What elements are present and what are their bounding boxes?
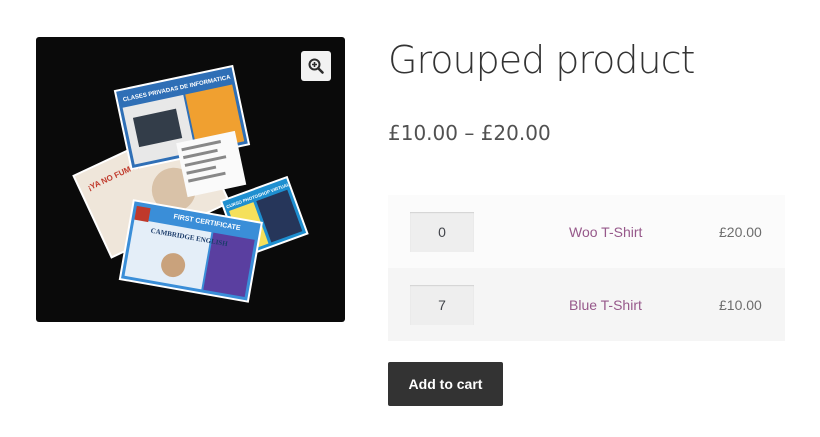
item-price: £10.00 (719, 296, 762, 313)
quantity-input[interactable] (410, 211, 474, 252)
quantity-input[interactable] (410, 284, 474, 325)
product-image[interactable]: ¡YA NO FUMO, GRACIAS! CLASES PRIVADAS DE… (36, 37, 345, 322)
product-link-blue-t-shirt[interactable]: Blue T-Shirt (569, 297, 642, 313)
product-link-woo-t-shirt[interactable]: Woo T-Shirt (569, 224, 642, 240)
product-title: Grouped product (388, 38, 695, 82)
zoom-button[interactable] (301, 51, 331, 81)
table-row: Woo T-Shirt £20.00 (388, 195, 785, 268)
table-row: Blue T-Shirt £10.00 (388, 268, 785, 341)
product-gallery: ¡YA NO FUMO, GRACIAS! CLASES PRIVADAS DE… (36, 37, 345, 322)
add-to-cart-button[interactable]: Add to cart (388, 362, 503, 406)
item-price: £20.00 (719, 223, 762, 240)
grouped-products-table: Woo T-Shirt £20.00 Blue T-Shirt £10.00 (388, 195, 785, 341)
magnifier-plus-icon (308, 58, 324, 74)
product-price-range: £10.00 – £20.00 (388, 121, 551, 145)
